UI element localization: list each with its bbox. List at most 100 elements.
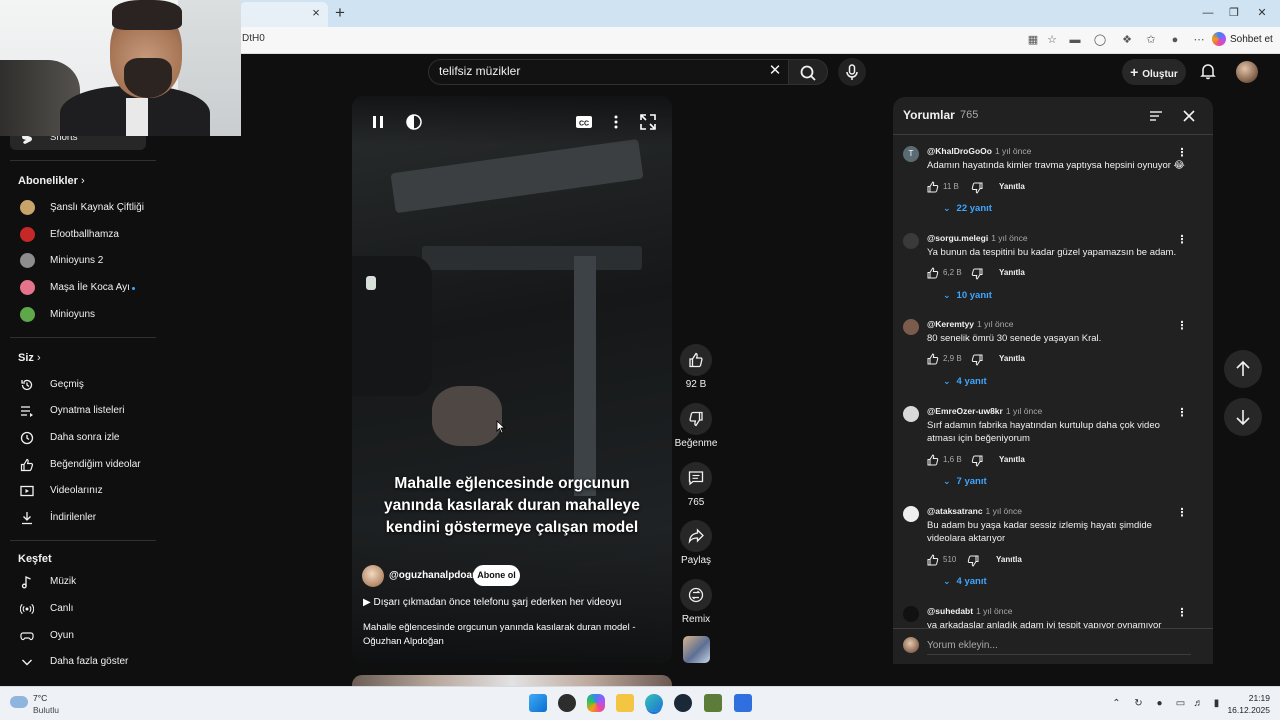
sidebar-item-history[interactable]: Geçmiş xyxy=(18,375,158,395)
clock-date[interactable]: 16.12.2025 xyxy=(1224,705,1270,715)
windows-start-icon[interactable] xyxy=(529,694,547,712)
closed-captions-icon[interactable]: CC xyxy=(574,112,594,132)
subscribe-button[interactable]: Abone ol xyxy=(473,565,520,586)
sidebar-item-subscription[interactable]: Efootballhamza xyxy=(18,225,158,245)
reply-button[interactable]: Yanıtla xyxy=(999,268,1025,277)
sidebar-item-subscription[interactable]: Minioyuns xyxy=(18,305,158,325)
url-text[interactable]: DtH0 xyxy=(242,33,265,44)
comment-more-icon[interactable]: ⋮ xyxy=(1175,606,1189,620)
sidebar-item-music[interactable]: Müzik xyxy=(18,572,158,592)
comment-author[interactable]: @suhedabt 1 yıl önce xyxy=(927,606,1012,616)
fullscreen-icon[interactable] xyxy=(638,112,658,132)
sidebar-item-subscription[interactable]: Minioyuns 2 xyxy=(18,251,158,271)
favorites-icon[interactable]: ✩ xyxy=(1143,32,1159,48)
close-icon[interactable] xyxy=(1181,108,1197,124)
search-clear-icon[interactable]: ✕ xyxy=(766,62,784,80)
restore-icon[interactable]: ❐ xyxy=(1226,5,1242,21)
subscriptions-heading[interactable]: Abonelikler › xyxy=(18,175,85,187)
comments-button[interactable] xyxy=(680,462,712,494)
app-available-icon[interactable]: ▦ xyxy=(1025,32,1041,48)
tab-close-icon[interactable]: × xyxy=(309,6,323,20)
more-options-icon[interactable] xyxy=(606,112,626,132)
edge-browser-icon[interactable] xyxy=(645,694,663,712)
comment-input[interactable] xyxy=(927,637,1191,655)
sound-thumbnail[interactable] xyxy=(683,636,710,663)
comment-more-icon[interactable]: ⋮ xyxy=(1175,506,1189,520)
sidebar-item-playlists[interactable]: Oynatma listeleri xyxy=(18,401,158,421)
comment-avatar[interactable] xyxy=(903,506,919,522)
comment-avatar[interactable] xyxy=(903,233,919,249)
video-title[interactable]: Mahalle eğlencesinde orgcunun yanında ka… xyxy=(363,621,653,649)
copilot-app-icon[interactable] xyxy=(587,694,605,712)
steam-icon[interactable] xyxy=(674,694,692,712)
reply-button[interactable]: Yanıtla xyxy=(999,182,1025,191)
thumb-up-icon[interactable] xyxy=(927,554,939,566)
app-icon-blue[interactable] xyxy=(734,694,752,712)
extension-icon[interactable]: ▬ xyxy=(1067,32,1083,48)
sidebar-item-your-videos[interactable]: Videolarınız xyxy=(18,481,158,501)
view-replies-button[interactable]: ⌄ 4 yanıt xyxy=(943,576,987,587)
weather-description[interactable]: Bulutlu xyxy=(33,705,59,715)
sidebar-item-downloads[interactable]: İndirilenler xyxy=(18,508,158,528)
comment-author[interactable]: @KhalDroGoOo 1 yıl önce xyxy=(927,146,1031,156)
comment-more-icon[interactable]: ⋮ xyxy=(1175,406,1189,420)
file-explorer-icon[interactable] xyxy=(616,694,634,712)
reply-button[interactable]: Yanıtla xyxy=(999,455,1025,464)
thumb-down-icon[interactable] xyxy=(971,268,983,280)
comment-author[interactable]: @sorgu.melegi 1 yıl önce xyxy=(927,233,1028,243)
comment-more-icon[interactable]: ⋮ xyxy=(1175,146,1189,160)
sidebar-item-subscription[interactable]: Şanslı Kaynak Çiftliği xyxy=(18,198,158,218)
comment-author[interactable]: @Keremtyy 1 yıl önce xyxy=(927,319,1013,329)
search-button[interactable] xyxy=(788,59,828,85)
thumb-up-icon[interactable] xyxy=(927,353,939,365)
favorite-star-icon[interactable]: ☆ xyxy=(1044,32,1060,48)
sort-icon[interactable] xyxy=(1148,108,1164,124)
sidebar-item-gaming[interactable]: Oyun xyxy=(18,626,158,646)
channel-name[interactable]: @oguzhanalpdoan xyxy=(389,570,478,581)
copilot-chat-button[interactable]: Sohbet et xyxy=(1212,31,1276,49)
channel-avatar[interactable] xyxy=(362,565,384,587)
reply-button[interactable]: Yanıtla xyxy=(999,354,1025,363)
sidebar-item-liked-videos[interactable]: Beğendiğim videolar xyxy=(18,455,158,475)
next-short-button[interactable] xyxy=(1224,398,1262,436)
thumb-down-icon[interactable] xyxy=(971,354,983,366)
share-button[interactable] xyxy=(680,520,712,552)
comment-author[interactable]: @ataksatranc 1 yıl önce xyxy=(927,506,1022,516)
remix-button[interactable] xyxy=(680,579,712,611)
like-button[interactable] xyxy=(680,344,712,376)
profile-icon[interactable]: ● xyxy=(1167,32,1183,48)
account-avatar[interactable] xyxy=(1236,61,1258,83)
sidebar-item-subscription[interactable]: Maşa İle Koca Ayı xyxy=(18,278,158,298)
speaker-icon[interactable]: ♬ xyxy=(1192,697,1205,710)
next-short-preview[interactable] xyxy=(352,675,672,686)
you-heading[interactable]: Siz › xyxy=(18,352,41,364)
more-menu-icon[interactable]: ⋯ xyxy=(1191,32,1207,48)
view-replies-button[interactable]: ⌄ 4 yanıt xyxy=(943,376,987,387)
display-icon[interactable]: ▭ xyxy=(1174,697,1187,710)
volume-icon[interactable] xyxy=(404,112,424,132)
comment-author[interactable]: @EmreOzer-uw8kr 1 yıl önce xyxy=(927,406,1042,416)
clock-time[interactable]: 21:19 xyxy=(1238,693,1270,703)
chevron-up-icon[interactable]: ⌃ xyxy=(1110,697,1123,710)
browser-essentials-icon[interactable]: ◯ xyxy=(1092,32,1108,48)
minimize-icon[interactable]: — xyxy=(1200,5,1216,21)
view-replies-button[interactable]: ⌄ 22 yanıt xyxy=(943,203,992,214)
sidebar-show-more[interactable]: Daha fazla göster xyxy=(18,652,158,672)
microphone-tray-icon[interactable]: ● xyxy=(1153,697,1166,710)
reply-button[interactable]: Yanıtla xyxy=(996,555,1022,564)
comment-more-icon[interactable]: ⋮ xyxy=(1175,233,1189,247)
pause-icon[interactable] xyxy=(368,112,388,132)
app-icon-dark[interactable] xyxy=(558,694,576,712)
playlist-link[interactable]: ▶ Dışarı çıkmadan önce telefonu şarj ede… xyxy=(363,597,621,608)
thumb-down-icon[interactable] xyxy=(967,555,979,567)
create-button[interactable]: + Oluştur xyxy=(1122,59,1186,85)
new-tab-button[interactable]: + xyxy=(331,4,349,22)
dislike-button[interactable] xyxy=(680,403,712,435)
comment-avatar[interactable] xyxy=(903,406,919,422)
view-replies-button[interactable]: ⌄ 10 yanıt xyxy=(943,290,992,301)
sidebar-item-live[interactable]: Canlı xyxy=(18,599,158,619)
window-close-icon[interactable]: ✕ xyxy=(1254,5,1270,21)
thumb-up-icon[interactable] xyxy=(927,267,939,279)
thumb-down-icon[interactable] xyxy=(971,182,983,194)
sidebar-item-watch-later[interactable]: Daha sonra izle xyxy=(18,428,158,448)
